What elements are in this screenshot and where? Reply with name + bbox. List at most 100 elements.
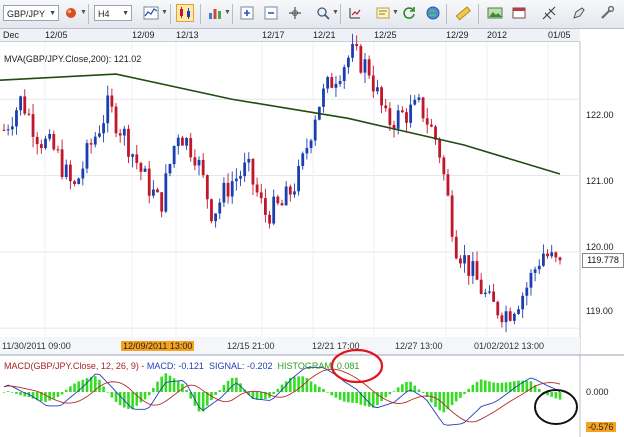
candle-body [226,182,230,197]
candle-body [56,149,60,151]
candle-body [396,110,400,129]
histogram-bar [110,392,114,398]
histogram-bar [64,389,68,392]
candle-body [181,137,184,146]
candle-body [52,133,56,150]
histogram-bar [118,392,122,406]
candle-body [201,159,205,176]
histogram-bar [73,383,76,392]
candle-body [31,114,35,137]
candle-body [44,138,47,148]
histogram-bar [152,387,155,392]
candle-body [210,199,213,222]
candle-body [496,301,500,316]
candle-body [193,157,197,166]
candle-body [380,87,383,106]
current-price-badge: 119.778 [582,253,624,268]
histogram-bar [15,392,18,394]
candle-body [2,129,6,131]
histogram-bar [338,392,342,400]
histogram-bar [496,382,500,392]
candle-body [388,108,392,125]
histogram-bar [56,392,60,397]
candle-body [305,148,309,154]
price-chart[interactable] [0,0,624,437]
macd-legend: MACD(GBP/JPY.Close, 12, 26, 9) - MACD: -… [4,361,359,371]
candle-body [64,164,68,177]
candle-body [251,158,255,185]
histogram-bar [44,392,47,402]
candle-body [413,99,417,105]
candle-body [359,46,363,73]
candle-body [81,168,85,179]
candle-body [376,87,379,92]
histogram-bar [417,389,421,392]
histogram-bar [405,381,408,392]
candle-body [371,75,375,92]
histogram-bar [537,389,541,392]
histogram-bar [504,382,508,392]
histogram-bar [330,392,334,396]
candle-body [529,272,533,288]
histogram-bar [351,392,354,403]
histogram-bar [197,392,201,412]
candle-body [176,137,180,147]
candle-body [355,44,359,47]
histogram-bar [135,392,139,406]
histogram-bar [467,388,471,392]
candle-body [504,311,508,323]
candle-body [189,138,193,158]
candle-body [550,252,554,257]
histogram-bar [388,392,392,395]
mva-label: MVA(GBP/JPY.Close,200): 121.02 [4,54,142,64]
candle-body [463,255,466,264]
histogram-bar [313,384,317,392]
macd-histogram [2,373,562,413]
candle-body [268,214,271,224]
candle-body [139,163,143,172]
candle-body [214,213,218,222]
candle-body [272,196,276,224]
histogram-bar [371,392,375,408]
price-axis-label: 119.00 [586,306,613,316]
candle-body [205,175,209,200]
price-axis-label: 121.00 [586,176,614,186]
candle-body [280,203,284,206]
candle-body [442,157,446,175]
candle-body [243,162,247,177]
histogram-bar [529,381,533,392]
candle-body [73,181,76,185]
candle-body [98,133,101,137]
candle-body [301,153,305,167]
histogram-bar [139,392,143,403]
histogram-bar [367,392,371,407]
candle-body [492,291,496,302]
candle-body [156,189,159,193]
candle-body [259,192,263,199]
histogram-bar [517,380,520,392]
histogram-bar [446,392,450,410]
histogram-bar [6,391,10,392]
candle-body [6,129,10,131]
histogram-bar [201,392,205,412]
candle-body [23,96,27,114]
candle-body [542,253,545,266]
candle-body [342,67,346,82]
histogram-bar [172,378,176,392]
candle-body [60,149,64,177]
candle-body [537,265,541,270]
histogram-bar [459,392,462,398]
histogram-bar [127,392,130,409]
histogram-bar [276,388,280,392]
candle-body [421,97,425,119]
candle-body [425,118,429,125]
histogram-bar [484,380,487,392]
candle-body [164,173,168,212]
candle-body [521,295,525,310]
candle-body [151,189,155,196]
candle-body [288,186,292,195]
candle-body [558,257,562,261]
candle-body [89,143,93,145]
candle-body [454,236,458,259]
signal-value: SIGNAL: -0.202 [208,361,273,371]
